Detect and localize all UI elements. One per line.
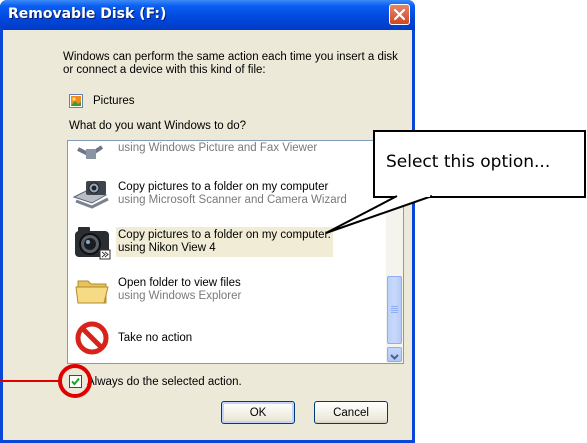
- content-type-label: Pictures: [93, 95, 135, 107]
- nikon-view-line2: using Nikon View 4: [118, 242, 216, 254]
- chevron-down-icon: [390, 354, 399, 360]
- folder-icon: [75, 280, 109, 304]
- scroll-down-button[interactable]: [387, 347, 402, 362]
- nikon-view-line1: Copy pictures to a folder on my computer…: [118, 229, 331, 241]
- always-checkbox[interactable]: [69, 375, 82, 388]
- intro-text: Windows can perform the same action each…: [63, 51, 398, 76]
- fax-viewer-label: using Windows Picture and Fax Viewer: [118, 141, 318, 154]
- scanner-wizard-line1: Copy pictures to a folder on my computer: [118, 181, 329, 193]
- always-checkbox-row[interactable]: Always do the selected action.: [69, 375, 242, 388]
- list-item-fax-viewer[interactable]: using Windows Picture and Fax Viewer: [68, 141, 385, 171]
- checkmark-icon: [71, 377, 80, 386]
- content-type: Pictures: [69, 94, 135, 108]
- dialog-window: Removable Disk (F:) Windows can perform …: [0, 0, 415, 443]
- close-icon: [393, 8, 406, 21]
- list-item-scanner-wizard[interactable]: Copy pictures to a folder on my computer…: [68, 171, 385, 217]
- no-action-icon: [75, 321, 109, 355]
- cancel-button[interactable]: Cancel: [314, 401, 388, 424]
- always-checkbox-label: Always do the selected action.: [87, 375, 242, 388]
- no-action-label: Take no action: [118, 331, 193, 344]
- question-text: What do you want Windows to do?: [69, 120, 247, 132]
- window-title: Removable Disk (F:): [8, 6, 167, 22]
- ok-button[interactable]: OK: [221, 401, 295, 424]
- open-folder-line1: Open folder to view files: [118, 277, 241, 289]
- action-listbox[interactable]: using Windows Picture and Fax Viewer Cop…: [67, 140, 404, 364]
- list-item-no-action[interactable]: Take no action: [68, 315, 385, 361]
- fax-viewer-icon: [77, 145, 104, 159]
- open-folder-line2: using Windows Explorer: [118, 290, 242, 302]
- scanner-camera-icon: [72, 181, 109, 209]
- close-button[interactable]: [389, 4, 410, 25]
- callout-text: Select this option...: [386, 152, 551, 172]
- grip-icon: [391, 306, 398, 314]
- scrollbar-thumb[interactable]: [387, 276, 402, 344]
- pictures-icon: [69, 94, 83, 108]
- list-item-open-folder[interactable]: Open folder to view files using Windows …: [68, 267, 385, 313]
- scanner-wizard-line2: using Microsoft Scanner and Camera Wizar…: [118, 194, 347, 206]
- list-item-nikon-view[interactable]: Copy pictures to a folder on my computer…: [68, 219, 385, 265]
- dialog-client-area: Windows can perform the same action each…: [3, 30, 412, 440]
- nikon-camera-icon: [75, 227, 111, 260]
- title-bar[interactable]: Removable Disk (F:): [0, 0, 415, 30]
